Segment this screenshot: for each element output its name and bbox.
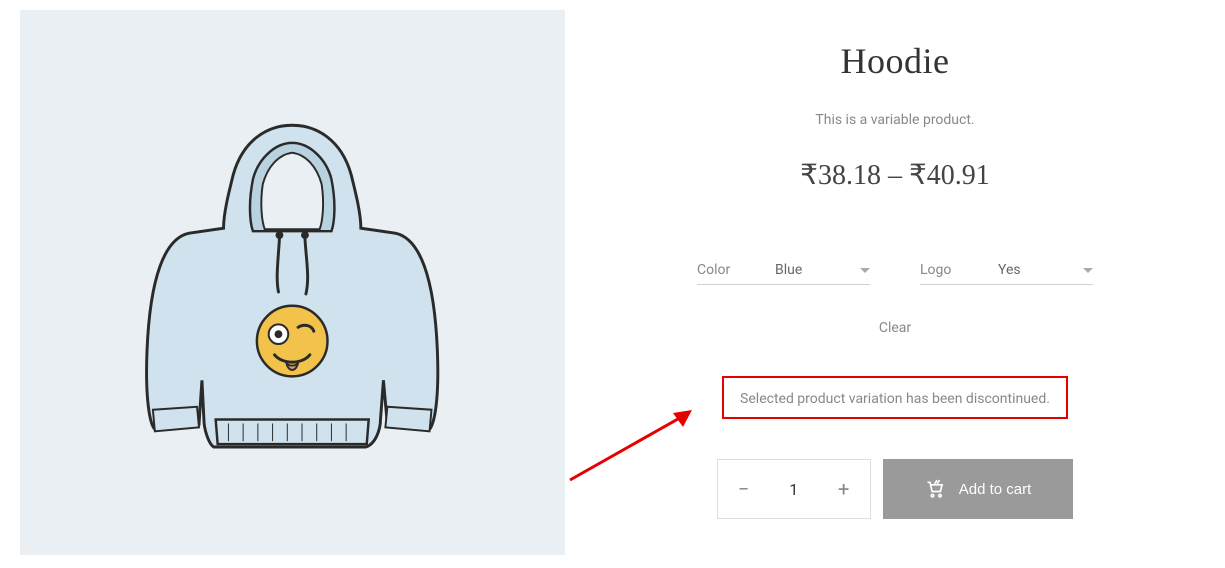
discontinued-notice: Selected product variation has been disc… (722, 376, 1068, 419)
product-image (20, 10, 565, 555)
discontinued-notice-text: Selected product variation has been disc… (740, 391, 1050, 407)
variation-logo-value: Yes (998, 262, 1033, 278)
variation-color-value: Blue (775, 262, 810, 278)
chevron-down-icon (1083, 268, 1093, 273)
variation-logo: Logo Yes (920, 262, 1093, 285)
hoodie-illustration (96, 86, 488, 478)
variation-color: Color Blue (697, 262, 870, 285)
cart-icon (925, 479, 945, 499)
product-price: ₹38.18 – ₹40.91 (800, 158, 990, 192)
product-description: This is a variable product. (815, 112, 974, 128)
chevron-down-icon (860, 268, 870, 273)
variation-color-select[interactable]: Blue (775, 262, 870, 278)
quantity-stepper: − 1 + (717, 459, 871, 519)
product-details: Hoodie This is a variable product. ₹38.1… (565, 10, 1205, 558)
add-to-cart-button[interactable]: Add to cart (883, 459, 1074, 519)
add-to-cart-label: Add to cart (959, 481, 1032, 498)
variation-logo-select[interactable]: Yes (998, 262, 1093, 278)
quantity-increment[interactable]: + (818, 459, 870, 519)
quantity-value[interactable]: 1 (770, 480, 818, 499)
product-actions: − 1 + Add to cart (717, 459, 1074, 519)
clear-variations-link[interactable]: Clear (879, 320, 911, 336)
variations: Color Blue Logo Yes (697, 262, 1093, 285)
variation-color-label: Color (697, 262, 735, 278)
product-title: Hoodie (841, 40, 950, 82)
variation-logo-label: Logo (920, 262, 958, 278)
quantity-decrement[interactable]: − (718, 459, 770, 519)
